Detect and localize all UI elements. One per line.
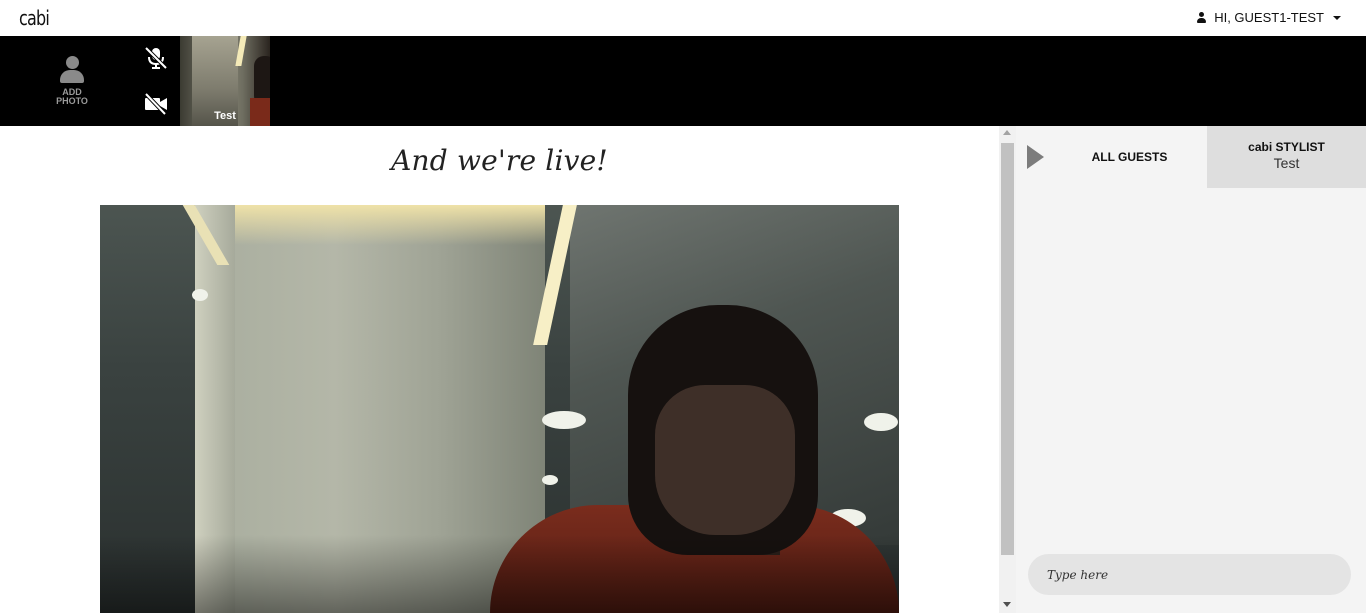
participants-bar: ADD PHOTO Test [0, 36, 1366, 126]
video-pillar-glow [235, 205, 545, 245]
scroll-up-arrow-icon[interactable] [1003, 130, 1011, 135]
chat-panel: ALL GUESTS cabi STYLIST Test [1016, 126, 1366, 613]
self-video-thumbnail[interactable]: Test [180, 36, 270, 126]
user-icon [1196, 12, 1207, 23]
tab-stylist-name: Test [1273, 155, 1300, 171]
avatar-placeholder-icon [59, 54, 85, 84]
top-header: cabi HI, GUEST1-TEST [0, 0, 1366, 36]
tab-stylist-title: cabi STYLIST [1248, 140, 1325, 154]
camera-off-icon [144, 92, 167, 116]
add-photo-label: ADD PHOTO [56, 87, 88, 106]
tab-all-guests[interactable]: ALL GUESTS [1052, 126, 1207, 188]
video-shadow [100, 535, 899, 613]
main-stage: And we're live! [0, 126, 999, 613]
video-ceiling-lamp [864, 413, 898, 431]
video-ceiling-lamp [192, 289, 208, 301]
chat-tabs: ALL GUESTS cabi STYLIST Test [1016, 126, 1366, 188]
tab-cabi-stylist[interactable]: cabi STYLIST Test [1207, 126, 1366, 188]
chevron-down-icon [1333, 15, 1341, 20]
live-video-feed[interactable] [100, 205, 899, 613]
stage-title: And we're live! [391, 144, 608, 177]
mute-microphone-button[interactable] [143, 45, 169, 71]
scrollbar-thumb[interactable] [1001, 143, 1014, 555]
video-person-face [655, 385, 795, 535]
microphone-muted-icon [144, 46, 168, 70]
add-photo-button[interactable]: ADD PHOTO [42, 54, 102, 114]
thumbnail-label: Test [214, 110, 236, 122]
video-ceiling-lamp [542, 475, 558, 485]
stage-scrollbar[interactable] [999, 126, 1016, 613]
scroll-down-arrow-icon[interactable] [1003, 602, 1011, 607]
collapse-chat-arrow-icon[interactable] [1027, 145, 1044, 169]
chat-message-input[interactable] [1028, 554, 1351, 595]
toggle-camera-button[interactable] [143, 91, 169, 117]
user-greeting: HI, GUEST1-TEST [1214, 10, 1324, 25]
cabi-logo[interactable]: cabi [19, 6, 50, 30]
video-ceiling-lamp [542, 411, 586, 429]
user-menu[interactable]: HI, GUEST1-TEST [1196, 10, 1341, 25]
